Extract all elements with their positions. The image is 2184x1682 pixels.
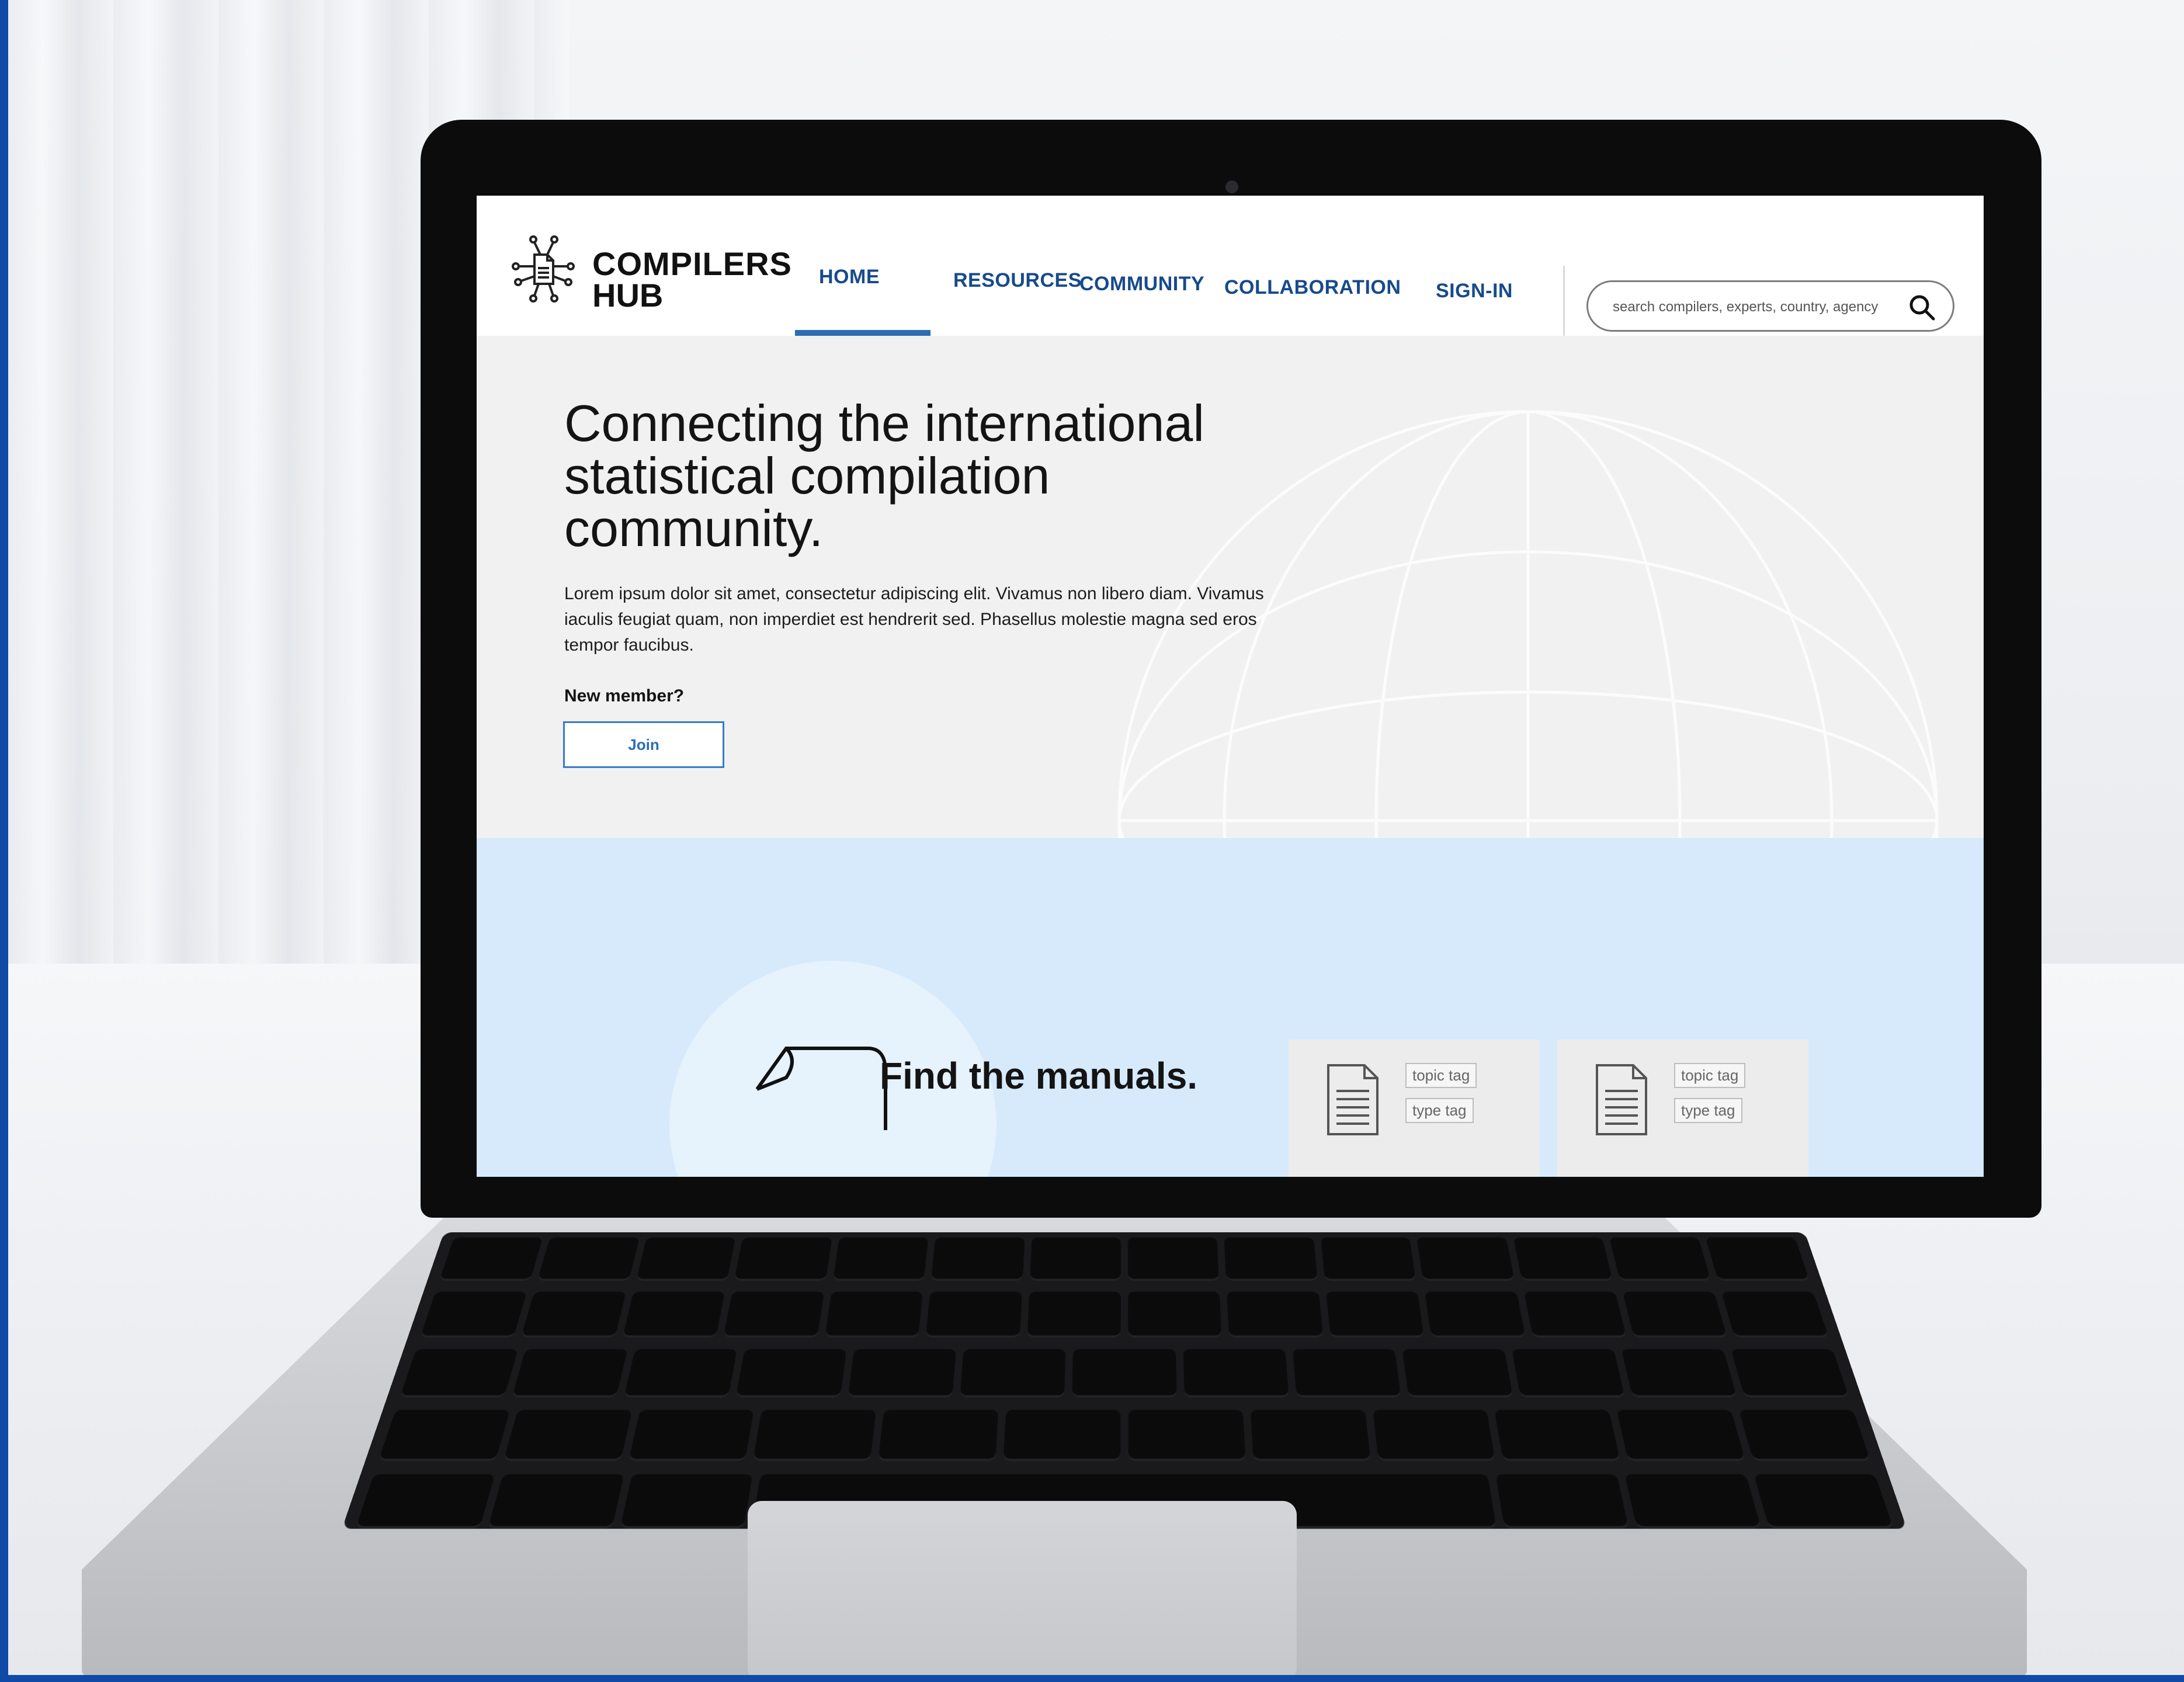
document-icon bbox=[1327, 1064, 1379, 1135]
site-header: COMPILERS HUB HOME RESOURCES COMMUNITY C… bbox=[477, 196, 1984, 336]
topic-tag[interactable]: topic tag bbox=[1405, 1063, 1477, 1088]
frame-border-left bbox=[0, 0, 8, 1682]
document-network-icon bbox=[512, 235, 575, 303]
nav-community[interactable]: COMMUNITY bbox=[1079, 273, 1204, 296]
hero-section: Connecting the international statistical… bbox=[477, 336, 1984, 1177]
resource-card[interactable]: topic tag type tag bbox=[1289, 1040, 1540, 1177]
laptop-trackpad bbox=[748, 1501, 1297, 1682]
search-input[interactable] bbox=[1612, 296, 1894, 318]
nav-resources[interactable]: RESOURCES bbox=[953, 269, 1082, 292]
manuals-title: Find the manuals. bbox=[880, 1055, 1198, 1097]
search-box[interactable] bbox=[1586, 280, 1954, 332]
hero-description: Lorem ipsum dolor sit amet, consectetur … bbox=[564, 584, 1264, 655]
document-icon bbox=[1596, 1064, 1647, 1135]
hero-title: Connecting the international statistical… bbox=[564, 394, 1204, 557]
nav-divider bbox=[1563, 266, 1565, 336]
search-icon[interactable] bbox=[1907, 293, 1936, 322]
resource-card[interactable]: topic tag type tag bbox=[1557, 1040, 1808, 1177]
type-tag[interactable]: type tag bbox=[1674, 1098, 1742, 1123]
laptop-keyboard bbox=[342, 1232, 1907, 1529]
type-tag[interactable]: type tag bbox=[1405, 1098, 1474, 1123]
camera-icon bbox=[1225, 180, 1238, 193]
nav-sign-in[interactable]: SIGN-IN bbox=[1436, 280, 1513, 303]
new-member-label: New member? bbox=[564, 686, 685, 706]
join-button[interactable]: Join bbox=[563, 721, 724, 768]
nav-active-indicator bbox=[795, 330, 930, 336]
nav-collaboration[interactable]: COLLABORATION bbox=[1224, 276, 1401, 299]
brand-name-line2[interactable]: HUB bbox=[592, 276, 663, 314]
frame-border-bottom bbox=[0, 1675, 2184, 1682]
nav-home[interactable]: HOME bbox=[819, 266, 880, 289]
topic-tag[interactable]: topic tag bbox=[1674, 1063, 1746, 1088]
browser-screen: COMPILERS HUB HOME RESOURCES COMMUNITY C… bbox=[477, 196, 1984, 1177]
